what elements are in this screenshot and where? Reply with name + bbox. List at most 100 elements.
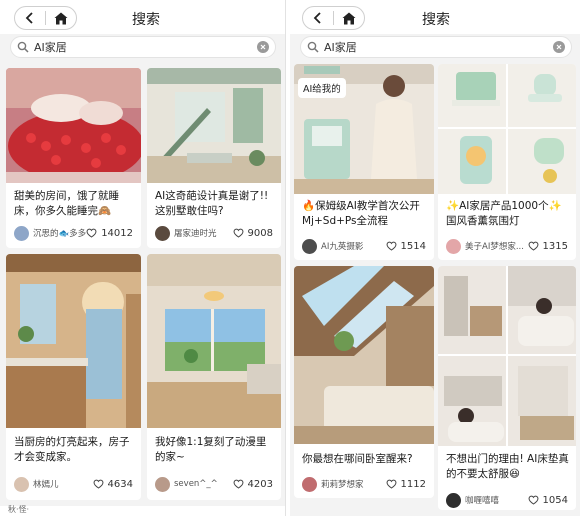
search-input[interactable]: AI家居 (300, 36, 572, 58)
card-meta: 咖喱嘻嘻 1054 (446, 492, 568, 508)
like-count: 1054 (542, 494, 568, 506)
like-count: 1112 (400, 478, 426, 490)
author-name: 林嫣儿 (33, 480, 59, 490)
author-name: 屠家迪时光 (174, 229, 217, 239)
page-title: 搜索 (132, 12, 160, 28)
search-query: AI家居 (34, 41, 67, 54)
note-card[interactable]: 不想出门的理由! AI床垫真的不要太舒服😆 咖喱嘻嘻 1054 (438, 266, 576, 510)
search-query: AI家居 (324, 41, 357, 54)
card-image-kitchen (6, 254, 141, 428)
like-button[interactable]: 1514 (386, 241, 426, 252)
avatar (155, 476, 170, 492)
like-button[interactable]: 4203 (233, 479, 273, 490)
home-button[interactable] (334, 7, 364, 29)
heart-outline-icon (528, 241, 538, 251)
search-icon (17, 41, 29, 53)
author-name: 美子AI梦想家... (465, 242, 524, 252)
card-image-bed-lifestyle (438, 266, 576, 446)
card-title: 不想出门的理由! AI床垫真的不要太舒服😆 (446, 453, 569, 480)
search-icon (307, 41, 319, 53)
like-button[interactable]: 9008 (233, 228, 273, 239)
avatar (302, 238, 317, 254)
note-card[interactable]: 你最想在哪间卧室醒来? 莉莉梦想家 1112 (294, 266, 434, 498)
top-nav-bar: 搜索 (290, 0, 580, 34)
card-title: ✨AI家居产品1000个✨国风香薰氛围灯 (446, 200, 562, 227)
note-card[interactable]: 当厨房的灯亮起来，房子才会变成家。 林嫣儿 4634 (6, 254, 141, 500)
clear-icon (260, 44, 266, 50)
note-card[interactable]: AI这奇葩设计真是谢了!!这别墅敢住吗? 屠家迪时光 9008 (147, 68, 281, 248)
like-button[interactable]: 1112 (386, 479, 426, 490)
card-image-villa-interior (147, 68, 281, 183)
top-nav-bar: 搜索 (0, 0, 285, 34)
card-image-attic-bedroom (294, 266, 434, 444)
back-button[interactable] (15, 7, 45, 29)
card-meta: 沉思的🐟多多 14012 (14, 225, 133, 241)
card-meta: 莉莉梦想家 1112 (302, 476, 426, 492)
partial-card-title: 秋·怪· (8, 505, 30, 514)
home-icon (54, 12, 68, 24)
avatar (14, 476, 29, 492)
author-name: 咖喱嘻嘻 (465, 496, 500, 506)
note-card[interactable]: 甜美的房间，饿了就睡床，你多久能睡完🙈 沉思的🐟多多 14012 (6, 68, 141, 248)
note-card[interactable]: 我好像1:1复刻了动漫里的家~ seven^_^ 4203 (147, 254, 281, 500)
clear-search-button[interactable] (257, 41, 269, 53)
nav-capsule (302, 6, 365, 30)
like-count: 14012 (101, 227, 133, 239)
like-count: 4634 (107, 478, 133, 490)
note-card[interactable]: ✨AI家居产品1000个✨国风香薰氛围灯 美子AI梦想家... 1315 (438, 64, 576, 260)
home-icon (342, 12, 356, 24)
author-name: 沉思的🐟多多 (33, 229, 87, 239)
card-meta: seven^_^ 4203 (155, 476, 273, 492)
author-name: seven^_^ (174, 479, 218, 489)
page-title: 搜索 (422, 12, 450, 28)
avatar (155, 225, 170, 241)
author-name: AI九英摄影 (321, 242, 364, 252)
card-meta: 屠家迪时光 9008 (155, 225, 273, 241)
like-count: 1315 (542, 240, 568, 252)
card-title: 甜美的房间，饿了就睡床，你多久能睡完🙈 (14, 190, 119, 217)
avatar (302, 476, 317, 492)
card-title: 当厨房的灯亮起来，房子才会变成家。 (14, 436, 130, 463)
heart-outline-icon (93, 479, 103, 489)
like-count: 4203 (247, 478, 273, 490)
card-title: 你最想在哪间卧室醒来? (302, 453, 413, 465)
right-phone-screen: 搜索 AI家居 AI给我的 🔥保姆级AI教学首次公开Mj+Sd+Ps全流程 AI… (290, 0, 580, 516)
ai-badge: AI给我的 (298, 78, 346, 98)
card-meta: 美子AI梦想家... 1315 (446, 238, 568, 254)
clear-icon (556, 44, 562, 50)
heart-outline-icon (233, 479, 243, 489)
heart-outline-icon (386, 479, 396, 489)
card-image-aroma-lamps (438, 64, 576, 194)
nav-capsule (14, 6, 77, 30)
card-title: AI这奇葩设计真是谢了!!这别墅敢住吗? (155, 190, 269, 217)
author-name: 莉莉梦想家 (321, 480, 364, 490)
card-image-anime-home (147, 254, 281, 428)
search-input[interactable]: AI家居 (10, 36, 276, 58)
like-button[interactable]: 4634 (93, 479, 133, 490)
like-count: 9008 (247, 227, 273, 239)
avatar (446, 492, 461, 508)
avatar (446, 238, 461, 254)
home-button[interactable] (46, 7, 76, 29)
heart-outline-icon (86, 228, 97, 238)
chevron-left-icon (25, 12, 33, 24)
card-title: 我好像1:1复刻了动漫里的家~ (155, 436, 267, 463)
back-button[interactable] (303, 7, 333, 29)
card-title: 🔥保姆级AI教学首次公开Mj+Sd+Ps全流程 (302, 200, 420, 227)
avatar (14, 225, 29, 241)
clear-search-button[interactable] (553, 41, 565, 53)
chevron-left-icon (313, 12, 321, 24)
card-image-strawberry-bed (6, 68, 141, 183)
like-button[interactable]: 1054 (528, 495, 568, 506)
like-count: 1514 (400, 240, 426, 252)
note-card[interactable]: AI给我的 🔥保姆级AI教学首次公开Mj+Sd+Ps全流程 AI九英摄影 151… (294, 64, 434, 260)
heart-outline-icon (528, 495, 538, 505)
left-phone-screen: 搜索 AI家居 甜美的房间，饿了就睡床，你多久能睡完🙈 沉思的🐟多多 14012… (0, 0, 286, 516)
heart-outline-icon (233, 228, 243, 238)
like-button[interactable]: 1315 (528, 241, 568, 252)
next-row-peek: 秋·怪· (0, 505, 285, 516)
card-meta: 林嫣儿 4634 (14, 476, 133, 492)
card-meta: AI九英摄影 1514 (302, 238, 426, 254)
heart-outline-icon (386, 241, 396, 251)
like-button[interactable]: 14012 (86, 228, 133, 239)
